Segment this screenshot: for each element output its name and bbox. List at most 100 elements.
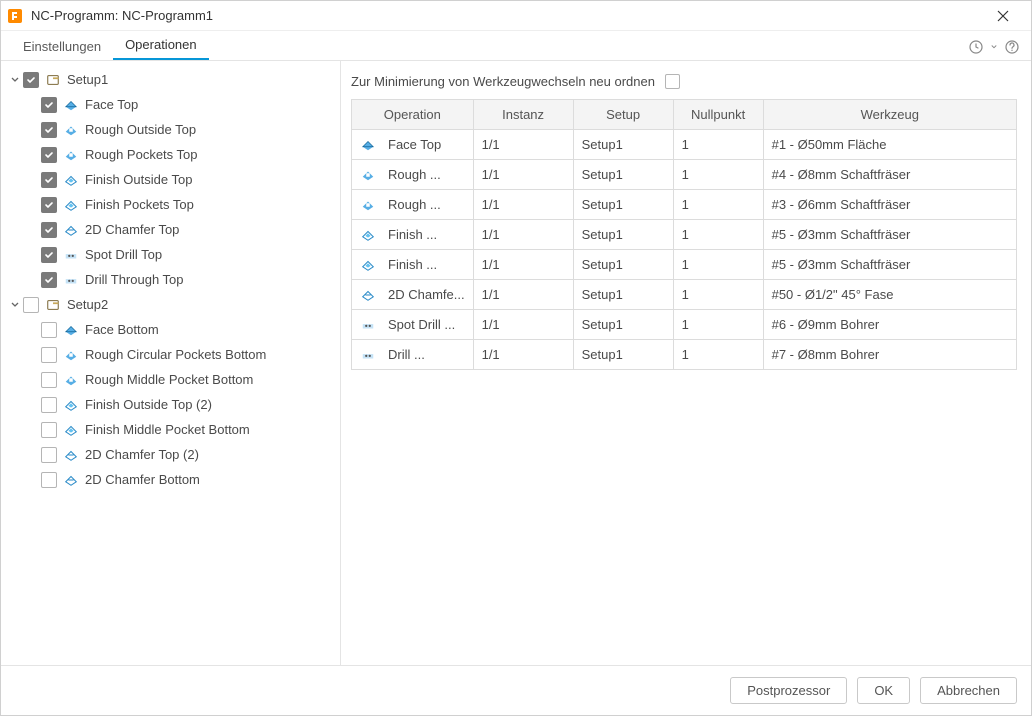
cell-setup: Setup1 (573, 160, 673, 190)
operation-label: Finish Pockets Top (85, 197, 194, 212)
operation-row[interactable]: Finish Outside Top (2) (5, 392, 336, 417)
drill-op-icon (63, 272, 79, 288)
operation-checkbox[interactable] (41, 422, 57, 438)
setup-row[interactable]: Setup2 (5, 292, 336, 317)
operation-label: Rough Pockets Top (85, 147, 198, 162)
operation-checkbox[interactable] (41, 222, 57, 238)
operation-checkbox[interactable] (41, 122, 57, 138)
rough-op-icon (63, 122, 79, 138)
caret-icon[interactable] (9, 74, 21, 86)
operation-checkbox[interactable] (41, 197, 57, 213)
tab-strip: Einstellungen Operationen (1, 31, 1031, 61)
cell-wcs: 1 (673, 130, 763, 160)
face-op-icon (63, 322, 79, 338)
operation-row[interactable]: Finish Pockets Top (5, 192, 336, 217)
setup-label: Setup1 (67, 72, 108, 87)
cell-operation: Drill ... (388, 347, 425, 362)
table-row[interactable]: Rough ...1/1Setup11#3 - Ø6mm Schaftfräse… (352, 190, 1017, 220)
caret-icon[interactable] (9, 299, 21, 311)
face-op-icon (360, 137, 376, 153)
setup-row[interactable]: Setup1 (5, 67, 336, 92)
rough-op-icon (360, 167, 376, 183)
column-header-setup[interactable]: Setup (573, 100, 673, 130)
table-row[interactable]: Drill ...1/1Setup11#7 - Ø8mm Bohrer (352, 340, 1017, 370)
cell-operation: Spot Drill ... (388, 317, 455, 332)
tab-settings[interactable]: Einstellungen (11, 33, 113, 60)
operation-label: Finish Outside Top (85, 172, 192, 187)
column-header-wcs[interactable]: Nullpunkt (673, 100, 763, 130)
operation-checkbox[interactable] (41, 172, 57, 188)
operation-checkbox[interactable] (41, 447, 57, 463)
operation-checkbox[interactable] (41, 97, 57, 113)
titlebar: NC-Programm: NC-Programm1 (1, 1, 1031, 31)
operation-row[interactable]: Rough Middle Pocket Bottom (5, 367, 336, 392)
cell-wcs: 1 (673, 250, 763, 280)
table-row[interactable]: 2D Chamfe...1/1Setup11#50 - Ø1/2" 45° Fa… (352, 280, 1017, 310)
operation-row[interactable]: Drill Through Top (5, 267, 336, 292)
ok-button[interactable]: OK (857, 677, 910, 704)
setup-label: Setup2 (67, 297, 108, 312)
cell-operation: Rough ... (388, 197, 441, 212)
operation-row[interactable]: Rough Outside Top (5, 117, 336, 142)
operation-checkbox[interactable] (41, 272, 57, 288)
operation-checkbox[interactable] (41, 397, 57, 413)
post-processor-button[interactable]: Postprozessor (730, 677, 847, 704)
operation-checkbox[interactable] (41, 372, 57, 388)
operation-checkbox[interactable] (41, 147, 57, 163)
setup-checkbox[interactable] (23, 72, 39, 88)
window-close-button[interactable] (981, 2, 1025, 30)
history-icon[interactable] (967, 38, 985, 56)
operation-row[interactable]: Face Top (5, 92, 336, 117)
operation-label: Drill Through Top (85, 272, 184, 287)
cell-instance: 1/1 (473, 130, 573, 160)
operation-checkbox[interactable] (41, 472, 57, 488)
table-row[interactable]: Finish ...1/1Setup11#5 - Ø3mm Schaftfräs… (352, 250, 1017, 280)
operation-checkbox[interactable] (41, 322, 57, 338)
operation-row[interactable]: Rough Circular Pockets Bottom (5, 342, 336, 367)
folder-icon (45, 297, 61, 313)
chamfer-op-icon (63, 222, 79, 238)
operation-row[interactable]: 2D Chamfer Top (5, 217, 336, 242)
tab-operations[interactable]: Operationen (113, 31, 209, 60)
cell-setup: Setup1 (573, 250, 673, 280)
table-row[interactable]: Finish ...1/1Setup11#5 - Ø3mm Schaftfräs… (352, 220, 1017, 250)
setup-checkbox[interactable] (23, 297, 39, 313)
operation-row[interactable]: Rough Pockets Top (5, 142, 336, 167)
operations-tree[interactable]: Setup1 Face Top Rough Outside Top Rough Poc… (1, 61, 341, 665)
cell-tool: #4 - Ø8mm Schaftfräser (763, 160, 1016, 190)
dropdown-caret-icon[interactable] (991, 38, 997, 56)
finish-op-icon (63, 422, 79, 438)
operation-row[interactable]: 2D Chamfer Top (2) (5, 442, 336, 467)
table-row[interactable]: Spot Drill ...1/1Setup11#6 - Ø9mm Bohrer (352, 310, 1017, 340)
face-op-icon (63, 97, 79, 113)
cell-tool: #5 - Ø3mm Schaftfräser (763, 250, 1016, 280)
drill-op-icon (360, 347, 376, 363)
column-header-instance[interactable]: Instanz (473, 100, 573, 130)
table-row[interactable]: Rough ...1/1Setup11#4 - Ø8mm Schaftfräse… (352, 160, 1017, 190)
operation-row[interactable]: Face Bottom (5, 317, 336, 342)
cell-tool: #6 - Ø9mm Bohrer (763, 310, 1016, 340)
operation-label: 2D Chamfer Top (2) (85, 447, 199, 462)
operation-row[interactable]: Spot Drill Top (5, 242, 336, 267)
help-icon[interactable] (1003, 38, 1021, 56)
table-row[interactable]: Face Top1/1Setup11#1 - Ø50mm Fläche (352, 130, 1017, 160)
operation-checkbox[interactable] (41, 247, 57, 263)
reorder-checkbox[interactable] (665, 74, 680, 89)
operation-label: Face Top (85, 97, 138, 112)
cancel-button[interactable]: Abbrechen (920, 677, 1017, 704)
operation-label: 2D Chamfer Bottom (85, 472, 200, 487)
finish-op-icon (360, 257, 376, 273)
operation-checkbox[interactable] (41, 347, 57, 363)
operation-row[interactable]: Finish Middle Pocket Bottom (5, 417, 336, 442)
operation-row[interactable]: 2D Chamfer Bottom (5, 467, 336, 492)
cell-wcs: 1 (673, 340, 763, 370)
column-header-operation[interactable]: Operation (352, 100, 474, 130)
column-header-tool[interactable]: Werkzeug (763, 100, 1016, 130)
cell-setup: Setup1 (573, 190, 673, 220)
cell-instance: 1/1 (473, 310, 573, 340)
cell-tool: #3 - Ø6mm Schaftfräser (763, 190, 1016, 220)
cell-setup: Setup1 (573, 130, 673, 160)
rough-op-icon (63, 347, 79, 363)
cell-instance: 1/1 (473, 160, 573, 190)
operation-row[interactable]: Finish Outside Top (5, 167, 336, 192)
